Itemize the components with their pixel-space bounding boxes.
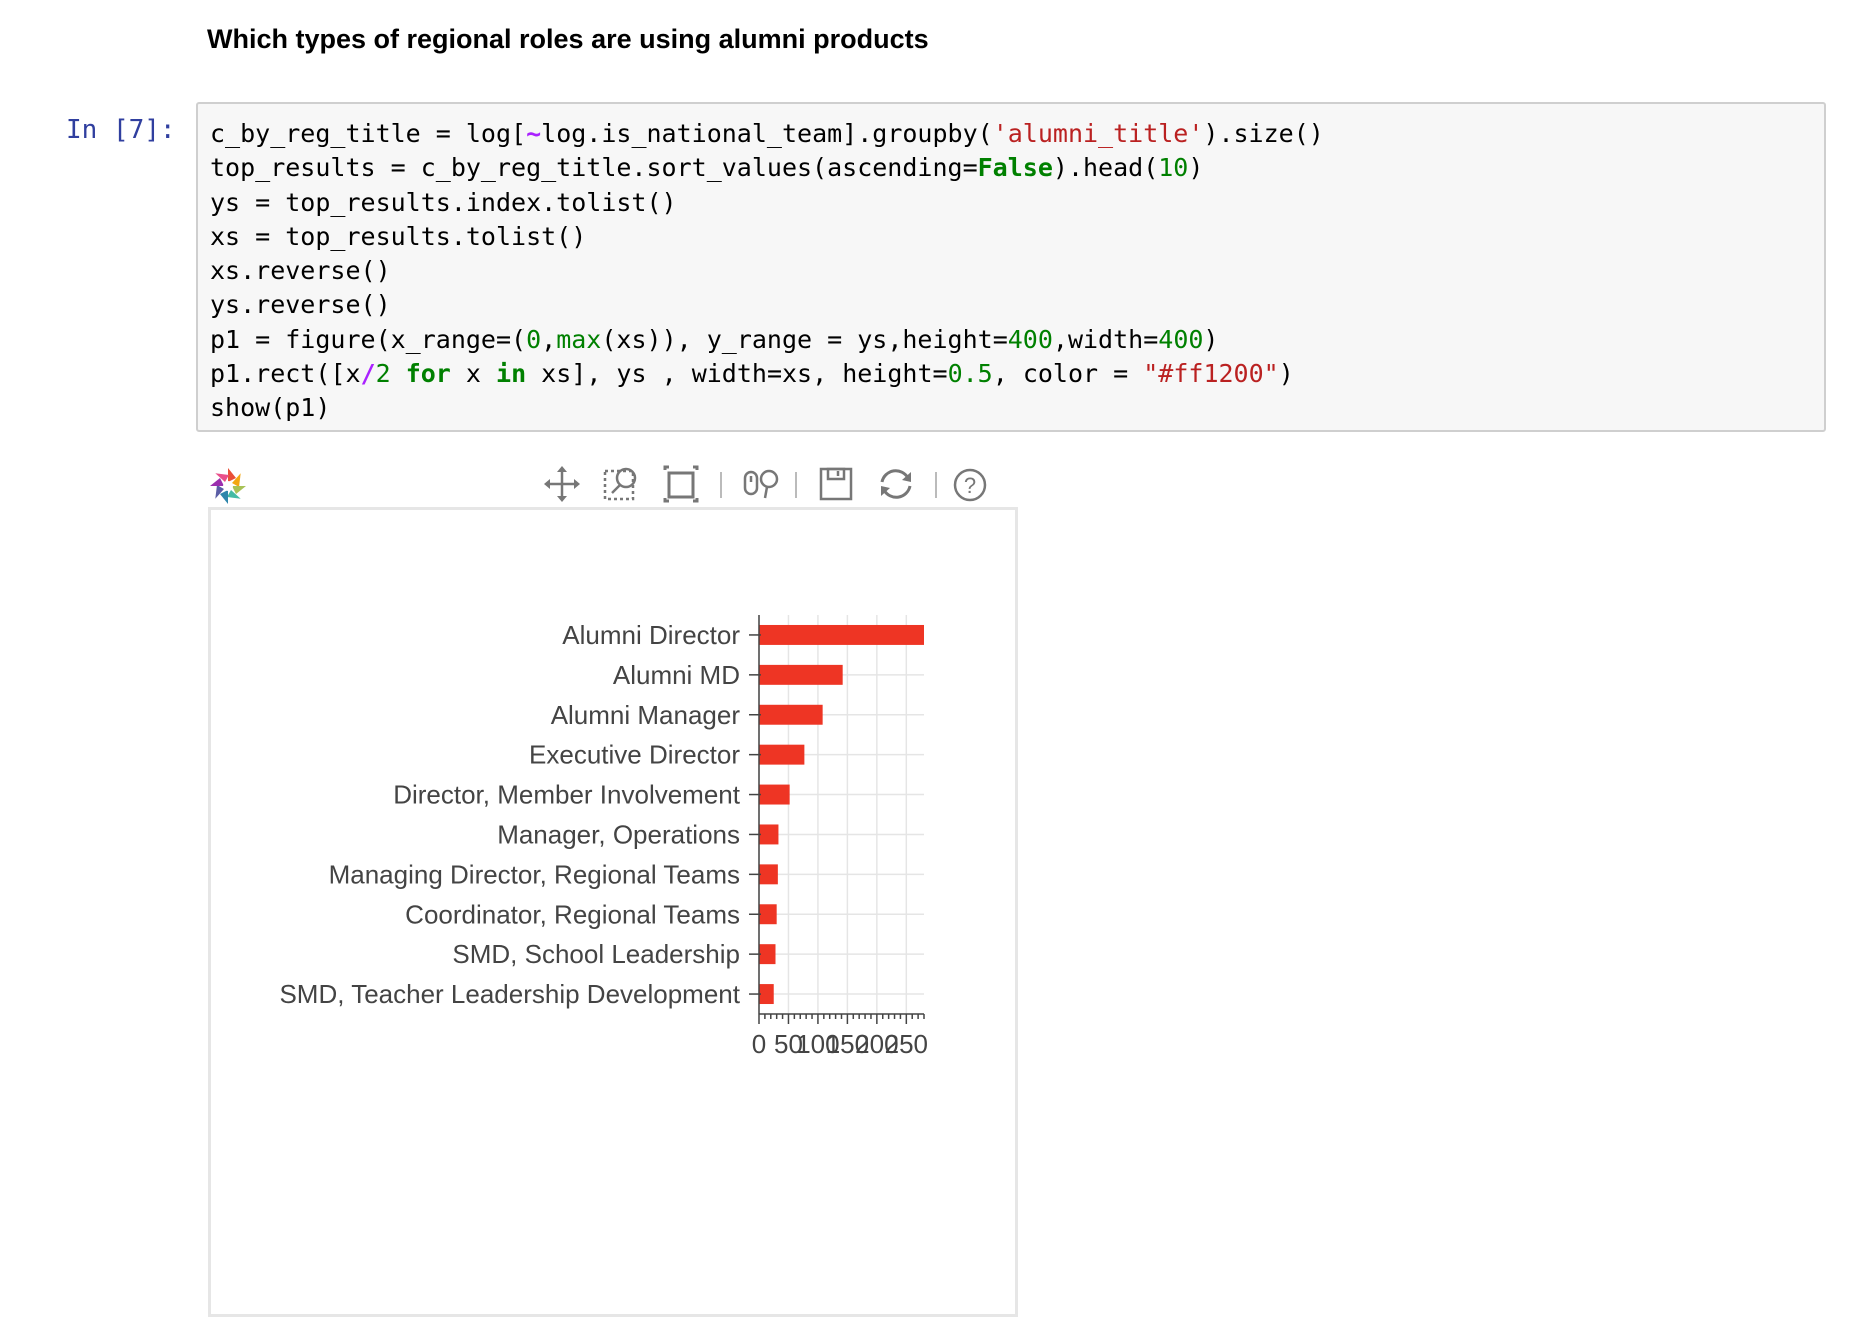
toolbar-separator xyxy=(795,472,797,498)
toolbar-separator xyxy=(935,472,937,498)
code-line: p1 = figure(x_range=(0,max(xs)), y_range… xyxy=(210,324,1219,354)
code-line: ys.reverse() xyxy=(210,290,391,320)
section-heading: Which types of regional roles are using … xyxy=(207,24,929,54)
y-tick-label: Executive Director xyxy=(529,740,740,770)
bar xyxy=(759,904,777,925)
reset-frame-icon[interactable] xyxy=(660,462,704,506)
box-zoom-icon[interactable] xyxy=(600,462,644,506)
x-tick-label: 0 xyxy=(752,1029,766,1059)
code-line: p1.rect([x/2 for x in xs], ys , width=xs… xyxy=(210,359,1294,389)
code-line: ys = top_results.index.tolist() xyxy=(210,187,677,217)
y-tick-label: Alumni MD xyxy=(613,660,740,690)
svg-text:?: ? xyxy=(964,473,976,498)
code-line: xs = top_results.tolist() xyxy=(210,221,587,251)
cell-prompt: In [7]: xyxy=(66,115,176,145)
bar xyxy=(759,944,776,965)
y-tick-label: Managing Director, Regional Teams xyxy=(329,859,740,889)
bar xyxy=(759,824,779,845)
pan-icon[interactable] xyxy=(540,462,584,506)
bar xyxy=(759,784,790,805)
wheel-zoom-icon[interactable] xyxy=(740,462,784,506)
bar xyxy=(759,624,924,645)
y-tick-label: Manager, Operations xyxy=(497,819,740,849)
y-tick-label: Alumni Director xyxy=(562,620,740,650)
code-line: xs.reverse() xyxy=(210,256,391,286)
y-tick-label: SMD, Teacher Leadership Development xyxy=(279,979,740,1009)
bar xyxy=(759,744,805,765)
help-icon[interactable]: ? xyxy=(948,462,992,506)
reset-icon[interactable] xyxy=(874,462,918,506)
y-tick-label: Alumni Manager xyxy=(551,700,741,730)
x-tick-label: 250 xyxy=(885,1029,928,1059)
save-icon[interactable] xyxy=(814,462,858,506)
bar-chart[interactable]: Alumni Director Alumni MD Alumni Manager Ex… xyxy=(211,510,1015,1314)
code-line: c_by_reg_title = log[~log.is_national_te… xyxy=(210,119,1324,148)
toolbar-separator xyxy=(720,472,722,498)
code-cell[interactable]: c_by_reg_title = log[~log.is_national_te… xyxy=(196,102,1826,432)
bar xyxy=(759,984,774,1005)
bar xyxy=(759,664,843,685)
bar xyxy=(759,704,823,725)
y-tick-label: SMD, School Leadership xyxy=(452,939,740,969)
code-line: top_results = c_by_reg_title.sort_values… xyxy=(210,153,1204,183)
plot-frame: Alumni Director Alumni MD Alumni Manager Ex… xyxy=(208,507,1018,1317)
y-tick-label: Coordinator, Regional Teams xyxy=(405,899,740,929)
y-tick-label: Director, Member Involvement xyxy=(393,780,741,810)
code-line: show(p1) xyxy=(210,393,331,423)
bar xyxy=(759,864,778,885)
bokeh-logo-icon xyxy=(210,468,246,504)
